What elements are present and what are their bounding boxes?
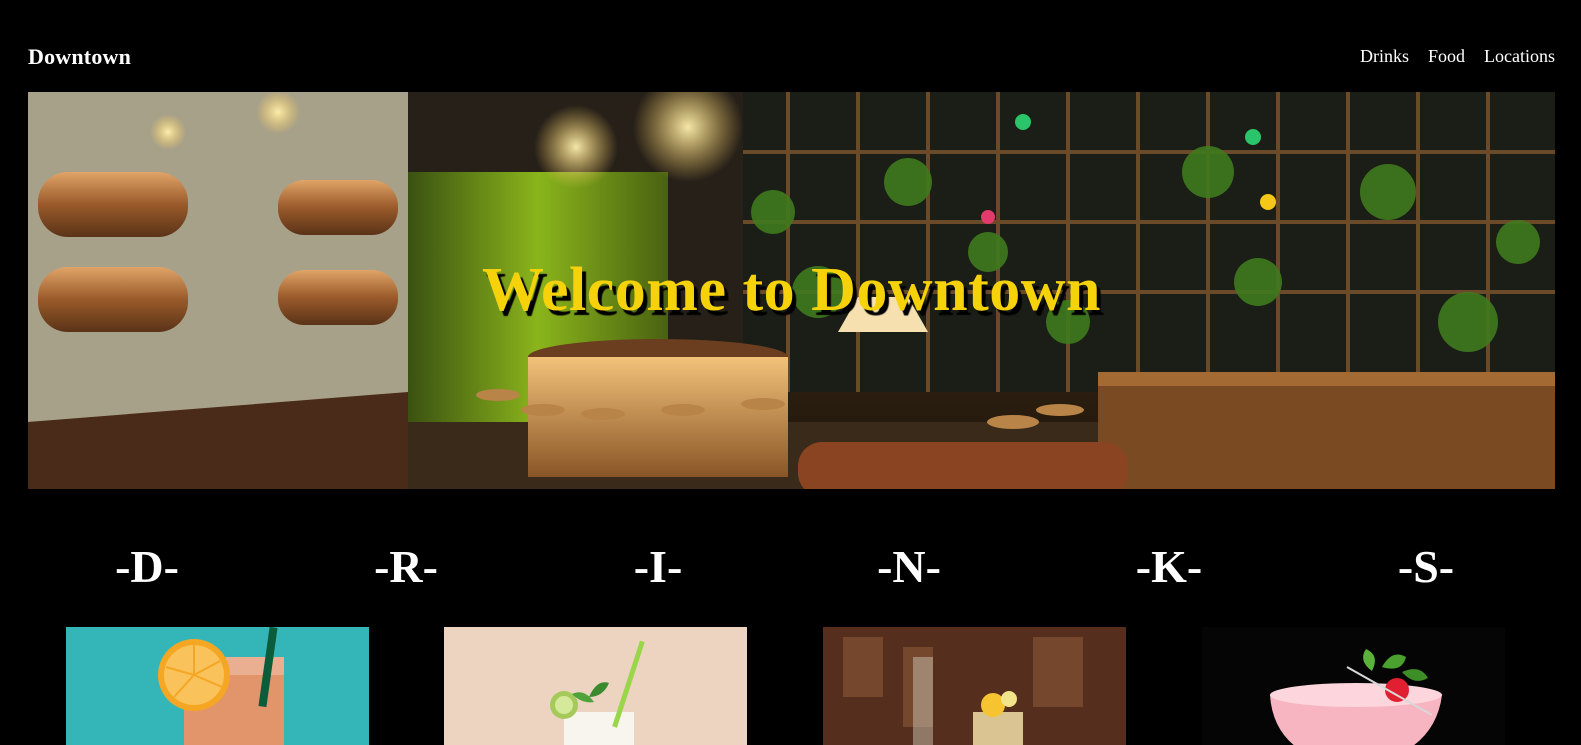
drinks-heading-letter-d: -D- [115,541,179,592]
nav-link-food[interactable]: Food [1428,46,1465,67]
drinks-heading-letter-n: -N- [877,541,941,592]
drinks-heading-letter-s: -S- [1397,541,1455,592]
drinks-heading: -D- -R- -I- -N- -K- -S- [0,540,1581,600]
strawberry-cocktail-image [1202,627,1505,745]
drink-card-3[interactable] [823,627,1126,745]
orange-cocktail-image [66,627,369,745]
drinks-heading-letter-r: -R- [374,541,438,592]
page: Downtown Drinks Food Locations Welcome t… [0,0,1581,745]
brand-logo-link[interactable]: Downtown [28,44,131,70]
drink-card-1[interactable] [66,627,369,745]
hero-banner: Welcome to Downtown [28,92,1555,489]
drink-card-4[interactable] [1202,627,1505,745]
bar-cocktail-image [823,627,1126,745]
nav-link-locations[interactable]: Locations [1484,46,1555,67]
mojito-image [444,627,747,745]
nav-link-drinks[interactable]: Drinks [1360,46,1409,67]
main-nav: Drinks Food Locations [1360,46,1555,67]
drinks-heading-letter-k: -K- [1135,541,1203,592]
drinks-heading-letter-i: -I- [633,541,683,592]
drink-card-2[interactable] [444,627,747,745]
hero-title: Welcome to Downtown [481,256,1102,324]
